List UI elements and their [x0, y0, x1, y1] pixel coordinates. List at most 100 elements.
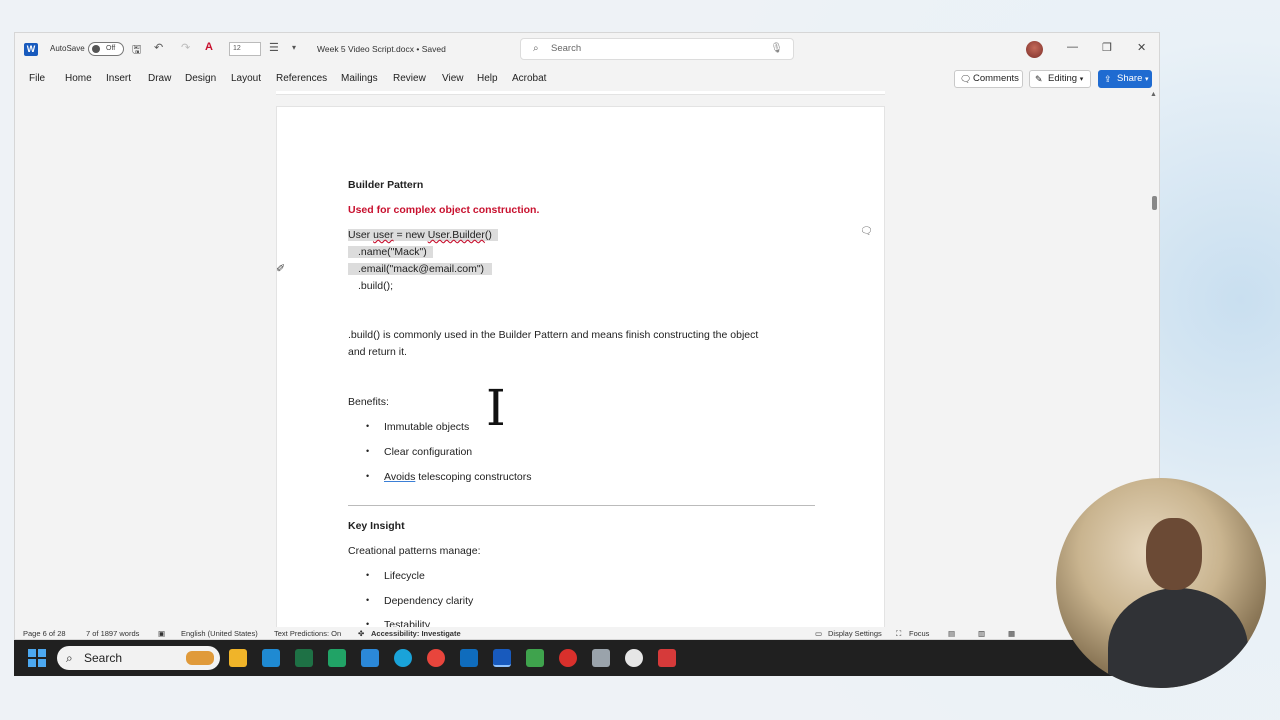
microphone-icon[interactable]: 🎙: [770, 39, 783, 59]
tab-draw[interactable]: Draw: [148, 73, 171, 84]
save-icon[interactable]: 🖫: [132, 41, 141, 60]
comment-icon: 🗨: [960, 74, 972, 84]
document-page[interactable]: Builder Pattern Used for complex object …: [276, 106, 885, 627]
tab-home[interactable]: Home: [65, 73, 92, 84]
autosave-state: Off: [106, 45, 116, 52]
tab-layout[interactable]: Layout: [231, 73, 261, 84]
notepad-icon[interactable]: [361, 649, 379, 667]
paragraph-align-icon[interactable]: ☰: [269, 41, 279, 54]
minimize-icon[interactable]: —: [1067, 41, 1078, 53]
document-title[interactable]: Week 5 Video Script.docx • Saved: [317, 44, 446, 54]
read-mode-icon[interactable]: ▤: [948, 629, 955, 638]
outlook-icon[interactable]: [460, 649, 478, 667]
web-layout-icon[interactable]: ▦: [1008, 629, 1015, 638]
document-canvas[interactable]: Builder Pattern Used for complex object …: [15, 91, 1159, 627]
word-count[interactable]: 7 of 1897 words: [86, 629, 139, 638]
app-cube-icon[interactable]: [526, 649, 544, 667]
chatgpt-icon[interactable]: [625, 649, 643, 667]
bullet-icon: •: [366, 471, 370, 481]
benefit-item: Immutable objects: [384, 421, 470, 433]
search-input[interactable]: ⌕ Search 🎙: [520, 38, 794, 60]
editing-label: Editing: [1048, 73, 1078, 84]
presenter-head: [1146, 518, 1202, 590]
display-settings-icon: ▭: [815, 629, 823, 638]
close-icon[interactable]: ✕: [1137, 41, 1146, 54]
bullet-icon: •: [366, 595, 370, 605]
copilot-icon[interactable]: ✐: [276, 262, 285, 275]
benefits-label: Benefits:: [348, 396, 389, 408]
edge-icon[interactable]: [394, 649, 412, 667]
focus-button[interactable]: Focus: [909, 629, 929, 638]
code-token: = new: [393, 229, 428, 241]
comments-button[interactable]: 🗨 Comments: [954, 70, 1023, 88]
comment-marker-icon[interactable]: 🗨: [860, 226, 873, 237]
code-token: (): [484, 229, 492, 241]
creational-item: Dependency clarity: [384, 595, 474, 607]
accessibility-status[interactable]: Accessibility: Investigate: [371, 629, 461, 638]
camtasia-icon[interactable]: [328, 649, 346, 667]
taskbar-search-label: Search: [84, 651, 123, 665]
tab-design[interactable]: Design: [185, 73, 216, 84]
restore-icon[interactable]: ❐: [1102, 41, 1112, 54]
tab-mailings[interactable]: Mailings: [341, 73, 378, 84]
excel-icon[interactable]: [295, 649, 313, 667]
share-button[interactable]: ⇪ Share ▾: [1098, 70, 1152, 88]
word-window: W AutoSave Off 🖫 ↶ ↷ A 12 ☰ ▾ Week 5 Vid…: [14, 32, 1160, 640]
editing-mode-button[interactable]: ✎ Editing ▾: [1029, 70, 1091, 88]
previous-page-edge: [276, 91, 885, 95]
font-size-box[interactable]: 12: [229, 42, 261, 56]
share-icon: ⇪: [1104, 74, 1112, 84]
code-token: user: [373, 229, 394, 241]
builder-pattern-heading: Builder Pattern: [348, 179, 424, 191]
autosave-label: AutoSave: [50, 44, 85, 53]
creational-item: Lifecycle: [384, 570, 425, 582]
font-color-icon[interactable]: A: [205, 41, 213, 53]
benefit-item: Clear configuration: [384, 446, 473, 458]
chrome-icon[interactable]: [427, 649, 445, 667]
printer-icon[interactable]: [592, 649, 610, 667]
scrollbar-thumb[interactable]: [1152, 196, 1157, 210]
scroll-up-icon[interactable]: ▲: [1150, 91, 1157, 98]
code-line-2: .name("Mack"): [348, 246, 433, 258]
tab-help[interactable]: Help: [477, 73, 498, 84]
title-bar: W AutoSave Off 🖫 ↶ ↷ A 12 ☰ ▾ Week 5 Vid…: [15, 33, 1159, 65]
undo-icon[interactable]: ↶: [154, 41, 163, 54]
tab-review[interactable]: Review: [393, 73, 426, 84]
redo-icon[interactable]: ↷: [181, 41, 190, 54]
tab-references[interactable]: References: [276, 73, 327, 84]
page-count[interactable]: Page 6 of 28: [23, 629, 66, 638]
search-highlight-icon: [186, 651, 214, 665]
proofing-icon[interactable]: ▣: [158, 629, 165, 638]
tab-file[interactable]: File: [29, 73, 45, 84]
tab-insert[interactable]: Insert: [106, 73, 131, 84]
customize-toolbar-icon[interactable]: ▾: [292, 43, 296, 52]
text-cursor-icon: I: [486, 379, 506, 437]
print-layout-icon[interactable]: ▥: [978, 629, 985, 638]
windows-start-icon[interactable]: [28, 649, 46, 667]
display-settings-button[interactable]: Display Settings: [828, 629, 882, 638]
vscode-icon[interactable]: [262, 649, 280, 667]
autosave-toggle[interactable]: Off: [88, 42, 124, 56]
app-c-icon[interactable]: [658, 649, 676, 667]
bullet-icon: •: [366, 570, 370, 580]
file-explorer-icon[interactable]: [229, 649, 247, 667]
font-size-value: 12: [233, 45, 241, 52]
app-red-icon[interactable]: [559, 649, 577, 667]
text-predictions-status[interactable]: Text Predictions: On: [274, 629, 341, 638]
presenter-body: [1108, 588, 1248, 688]
bullet-icon: •: [366, 619, 370, 627]
chevron-down-icon: ▾: [1079, 76, 1084, 83]
tab-acrobat[interactable]: Acrobat: [512, 73, 546, 84]
tab-view[interactable]: View: [442, 73, 464, 84]
language-status[interactable]: English (United States): [181, 629, 258, 638]
avatar[interactable]: [1026, 41, 1043, 58]
paragraph-line-1: .build() is commonly used in the Builder…: [348, 329, 759, 341]
word-taskbar-icon[interactable]: [493, 649, 511, 667]
taskbar-search[interactable]: ⌕ Search: [57, 646, 220, 670]
creational-text: Creational patterns manage:: [348, 545, 481, 557]
status-bar: Page 6 of 28 7 of 1897 words ▣ English (…: [15, 627, 1159, 639]
search-icon: ⌕: [533, 43, 539, 54]
ribbon-tabs: File Home Insert Draw Design Layout Refe…: [15, 68, 1159, 90]
share-label: Share: [1117, 73, 1143, 84]
search-icon: ⌕: [66, 651, 73, 665]
